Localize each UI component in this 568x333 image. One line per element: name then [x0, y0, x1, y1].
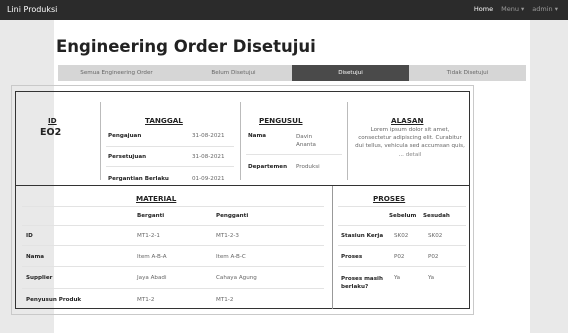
pengusul-label: Nama: [248, 133, 267, 139]
row-divider: [22, 206, 324, 207]
material-row-label: Penyusun Produk: [26, 297, 82, 303]
divider: [332, 186, 333, 309]
proses-col-sesudah: Sesudah: [423, 213, 450, 219]
pengusul-value: Davin Ananta: [296, 134, 316, 148]
material-cell: Jaya Abadi: [137, 275, 167, 281]
nav-menu-dropdown[interactable]: Menu ▾: [501, 5, 524, 13]
material-cell: MT1-2: [137, 297, 155, 303]
material-header: MATERIAL: [136, 194, 177, 203]
proses-col-sebelum: Sebelum: [389, 213, 417, 219]
material-row-label: Nama: [26, 254, 45, 260]
material-cell: MT1-2-1: [137, 233, 160, 239]
material-cell: Item A-B-C: [216, 254, 246, 260]
material-col-pengganti: Pengganti: [216, 213, 249, 219]
tanggal-value: 01-09-2021: [192, 176, 225, 182]
tanggal-label: Pengajuan: [108, 133, 142, 139]
brand-link[interactable]: Lini Produksi: [7, 5, 57, 14]
tab-tidak-disetujui[interactable]: Tidak Disetujui: [409, 65, 526, 81]
row-divider: [22, 266, 324, 267]
material-cell: MT1-2-3: [216, 233, 239, 239]
divider: [347, 102, 348, 180]
tanggal-label: Persetujuan: [108, 154, 147, 160]
material-cell: Item A-B-A: [137, 254, 167, 260]
nav-user-dropdown[interactable]: admin ▾: [532, 5, 558, 13]
proses-row-label: Stasiun Kerja: [341, 233, 384, 239]
row-divider: [22, 225, 324, 226]
pengusul-label: Departemen: [248, 164, 288, 170]
row-divider: [246, 154, 342, 155]
pengusul-value: Produksi: [296, 164, 320, 170]
material-row-label: ID: [26, 233, 33, 239]
material-row-label: Supplier: [26, 275, 53, 281]
nav-menu: Home Menu ▾ admin ▾: [474, 5, 558, 13]
nav-home-link[interactable]: Home: [474, 5, 493, 13]
tanggal-value: 31-08-2021: [192, 133, 225, 139]
id-header: ID: [48, 116, 57, 125]
alasan-text: Lorem ipsum dolor sit amet, consectetur …: [354, 126, 466, 159]
row-divider: [338, 245, 466, 246]
proses-header: PROSES: [373, 194, 406, 203]
tab-belum-disetujui[interactable]: Belum Disetujui: [175, 65, 292, 81]
proses-row-label: Proses masih berlaku?: [341, 276, 383, 290]
proses-cell: Ya: [394, 275, 401, 281]
id-value: EO2: [40, 127, 62, 138]
material-col-berganti: Berganti: [137, 213, 165, 219]
row-divider: [338, 225, 466, 226]
tanggal-header: TANGGAL: [145, 116, 183, 125]
detail-link[interactable]: detail: [406, 152, 422, 158]
row-divider: [22, 245, 324, 246]
tab-disetujui[interactable]: Disetujui: [292, 65, 409, 81]
divider: [100, 102, 101, 180]
proses-row-label: Proses: [341, 254, 363, 260]
proses-cell: SK02: [428, 233, 443, 239]
tanggal-value: 31-08-2021: [192, 154, 225, 160]
material-cell: MT1-2: [216, 297, 234, 303]
row-divider: [106, 146, 234, 147]
divider: [240, 102, 241, 180]
row-divider: [338, 206, 466, 207]
row-divider: [106, 166, 234, 167]
proses-cell: SK02: [394, 233, 409, 239]
alasan-header: ALASAN: [391, 116, 424, 125]
section-divider: [16, 185, 469, 186]
tanggal-label: Pergantian Berlaku: [108, 176, 169, 182]
material-cell: Cahaya Agung: [216, 275, 257, 281]
detail-panel: ID EO2 TANGGAL Pengajuan 31-08-2021 Pers…: [15, 91, 470, 309]
proses-cell: Ya: [428, 275, 435, 281]
proses-cell: P02: [394, 254, 405, 260]
row-divider: [338, 266, 466, 267]
tab-semua[interactable]: Semua Engineering Order: [58, 65, 175, 81]
proses-cell: P02: [428, 254, 439, 260]
top-navbar: Lini Produksi Home Menu ▾ admin ▾: [0, 0, 568, 20]
status-tabs: Semua Engineering Order Belum Disetujui …: [58, 65, 526, 81]
pengusul-header: PENGUSUL: [259, 116, 303, 125]
row-divider: [22, 288, 324, 289]
page-title: Engineering Order Disetujui: [56, 37, 316, 56]
